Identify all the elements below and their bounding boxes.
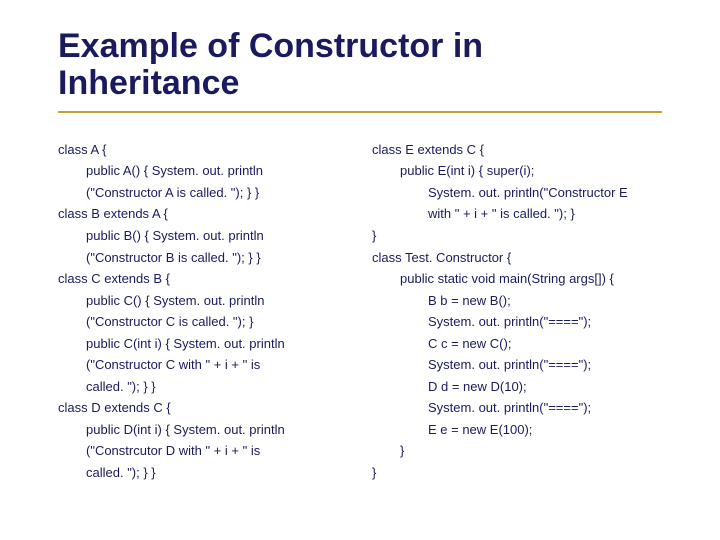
code-line: class E extends C { [372,141,662,159]
code-line: public static void main(String args[]) { [372,270,662,288]
code-line: class D extends C { [58,399,348,417]
code-line: public B() { System. out. println [58,227,348,245]
code-line: System. out. println("Constructor E [372,184,662,202]
code-line: } [372,442,662,460]
code-line: public A() { System. out. println [58,162,348,180]
code-line: B b = new B(); [372,292,662,310]
code-line: } [372,464,662,482]
left-column: class A { public A() { System. out. prin… [58,141,348,486]
title-underline [58,111,662,113]
code-line: ("Constructor B is called. "); } } [58,249,348,267]
code-line: class B extends A { [58,205,348,223]
code-line: class C extends B { [58,270,348,288]
code-line: ("Constructor A is called. "); } } [58,184,348,202]
code-line: C c = new C(); [372,335,662,353]
code-line: public D(int i) { System. out. println [58,421,348,439]
code-line: class Test. Constructor { [372,249,662,267]
code-line: called. "); } } [58,464,348,482]
code-line: ("Constructor C is called. "); } [58,313,348,331]
code-line: public C() { System. out. println [58,292,348,310]
code-line: ("Constructor C with " + i + " is [58,356,348,374]
code-columns: class A { public A() { System. out. prin… [58,141,662,486]
code-line: public C(int i) { System. out. println [58,335,348,353]
page-title: Example of Constructor in Inheritance [58,28,662,103]
code-line: with " + i + " is called. "); } [372,205,662,223]
code-line: E e = new E(100); [372,421,662,439]
code-line: ("Constrcutor D with " + i + " is [58,442,348,460]
code-line: System. out. println("===="); [372,399,662,417]
code-line: System. out. println("===="); [372,313,662,331]
code-line: D d = new D(10); [372,378,662,396]
code-line: public E(int i) { super(i); [372,162,662,180]
code-line: System. out. println("===="); [372,356,662,374]
code-line: called. "); } } [58,378,348,396]
code-line: } [372,227,662,245]
slide: Example of Constructor in Inheritance cl… [0,0,720,506]
right-column: class E extends C { public E(int i) { su… [372,141,662,486]
code-line: class A { [58,141,348,159]
